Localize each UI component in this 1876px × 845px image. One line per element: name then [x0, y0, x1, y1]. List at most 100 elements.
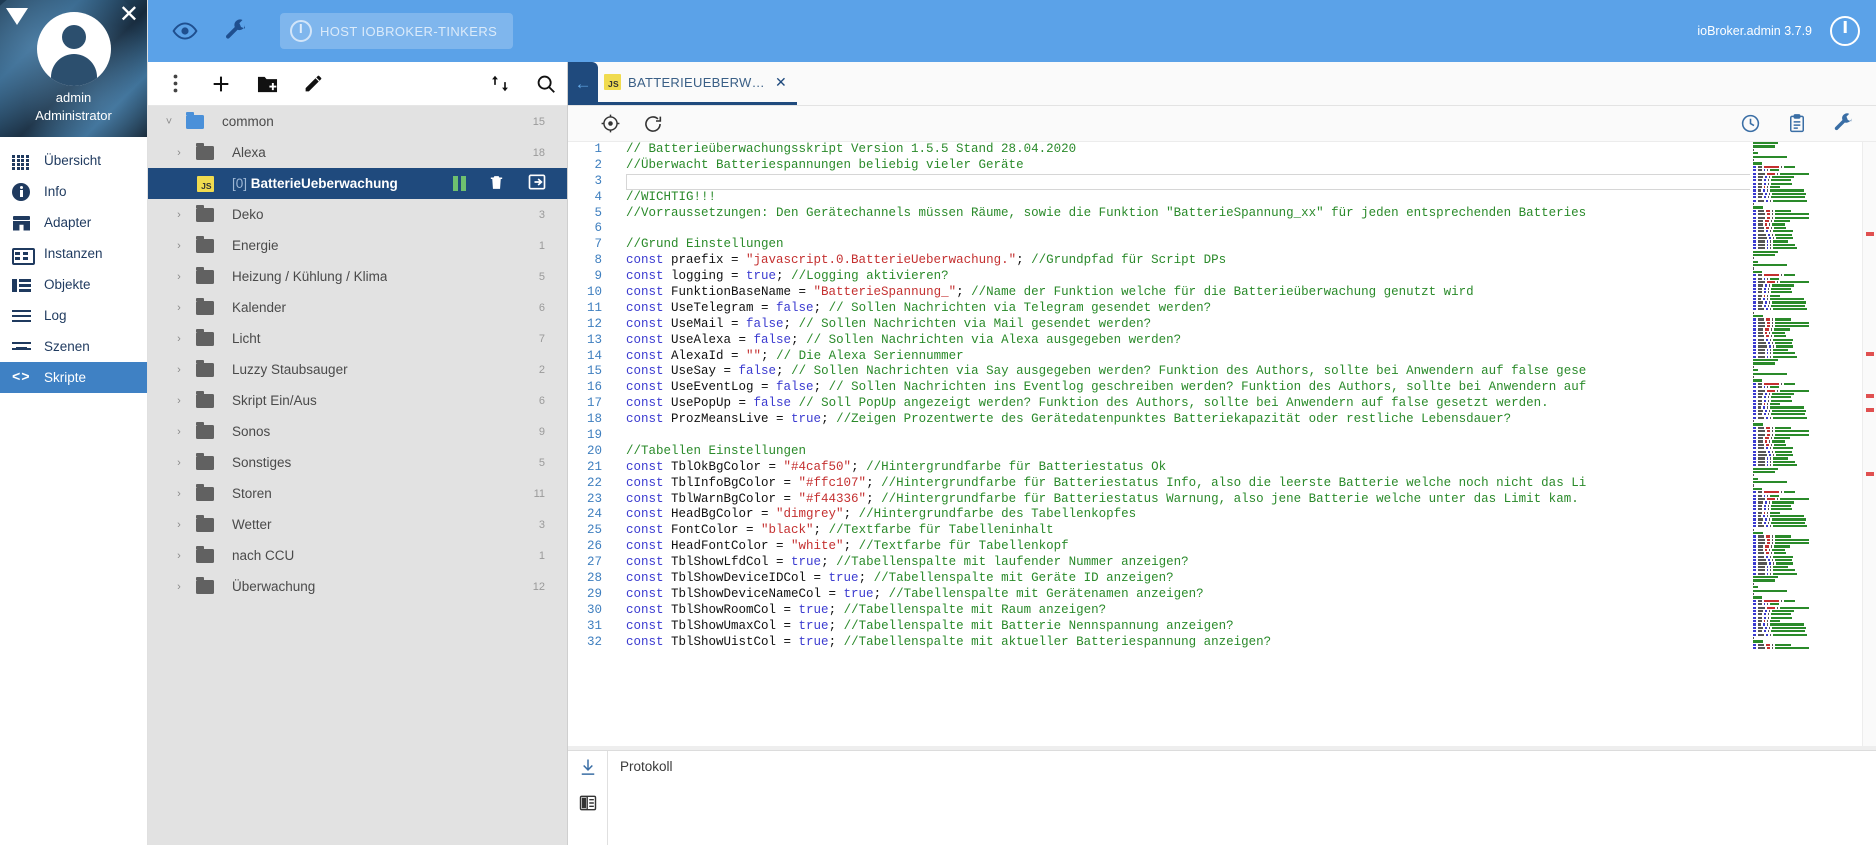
tree-row-folder[interactable]: › Deko 3 — [148, 199, 567, 230]
tree-row-folder[interactable]: › Licht 7 — [148, 323, 567, 354]
tree-row-folder[interactable]: › Sonstiges 5 — [148, 447, 567, 478]
tree-caret[interactable]: › — [166, 550, 192, 562]
code-token: TblShowLfdCol = — [671, 555, 792, 570]
reload-icon[interactable] — [643, 114, 663, 134]
tree-row-folder[interactable]: › nach CCU 1 — [148, 540, 567, 571]
download-icon[interactable] — [578, 757, 598, 777]
code-token: "black" — [761, 523, 814, 538]
tree-row-folder[interactable]: › Überwachung 12 — [148, 571, 567, 602]
code-token: //Hintergrundfarbe für Batteriestatus In… — [881, 475, 1587, 490]
host-selector[interactable]: HOST IOBROKER-TINKERS — [280, 13, 514, 49]
sidebar-nav: Übersicht Info Adapter Instanzen Objekte Log S… — [0, 137, 147, 393]
line-number: 4 — [594, 189, 602, 204]
tree-row-script[interactable]: JS [0] BatterieUeberwachung — [148, 168, 567, 199]
tree-row-folder[interactable]: › Wetter 3 — [148, 509, 567, 540]
wrench-icon[interactable] — [224, 19, 248, 43]
code-token: "BatterieSpannung_" — [813, 285, 957, 300]
close-icon[interactable]: ✕ — [119, 3, 139, 27]
code-token: //Hintergrundfarbe für Batteriestatus Ok — [866, 459, 1167, 474]
locate-target-icon[interactable] — [600, 113, 621, 134]
code-minimap[interactable] — [1750, 142, 1860, 845]
code-editor[interactable]: 1 // Batterieüberwachungsskript Version 1… — [568, 142, 1876, 845]
sidebar-item-skripte[interactable]: < > Skripte — [0, 362, 147, 393]
sidebar-item-adapter[interactable]: Adapter — [0, 207, 147, 238]
code-line: 28 const TblShowDeviceIDCol = true; //Tab… — [568, 571, 1876, 587]
minimap-row — [1750, 647, 1860, 650]
tree-caret[interactable]: › — [166, 333, 192, 345]
tree-row-folder[interactable]: › Sonos 9 — [148, 416, 567, 447]
code-token: ; — [843, 507, 859, 522]
line-number: 12 — [586, 316, 602, 331]
code-token: //Textfarbe für Tabelleninhalt — [828, 523, 1054, 538]
instances-icon — [12, 245, 35, 265]
search-icon[interactable] — [525, 63, 567, 105]
code-token: const — [626, 364, 672, 379]
tree-caret[interactable]: › — [166, 395, 192, 407]
tree-row-folder[interactable]: › Luzzy Staubsauger 2 — [148, 354, 567, 385]
clock-history-icon[interactable] — [1740, 113, 1761, 134]
tree-row-folder[interactable]: › Alexa 18 — [148, 137, 567, 168]
tree-caret[interactable]: › — [166, 271, 192, 283]
sidebar-item-instanzen[interactable]: Instanzen — [0, 238, 147, 269]
new-folder-icon[interactable] — [246, 63, 288, 105]
trash-icon[interactable] — [488, 173, 505, 195]
log-panel: Protokoll — [568, 750, 1876, 845]
sidebar-item-objekte[interactable]: Objekte — [0, 269, 147, 300]
tree-caret[interactable]: › — [166, 581, 192, 593]
power-icon[interactable] — [1830, 16, 1860, 46]
code-token: "javascript.0.BatterieUeberwachung." — [746, 253, 1017, 268]
pause-icon[interactable] — [453, 176, 466, 191]
tree-caret[interactable]: › — [166, 240, 192, 252]
code-token: // Sollen Nachrichten via Telegram gesen… — [828, 300, 1212, 315]
plus-icon[interactable] — [200, 63, 242, 105]
code-token: "dimgrey" — [776, 507, 844, 522]
more-vert-icon[interactable] — [154, 63, 196, 105]
tree-caret[interactable]: › — [166, 426, 192, 438]
code-token: //Grundpfad für Script DPs — [1031, 253, 1227, 268]
tree-caret[interactable]: ˅ — [156, 116, 182, 128]
tree-caret[interactable]: › — [166, 302, 192, 314]
code-line: 24 const HeadBgColor = "dimgrey"; //Hinte… — [568, 507, 1876, 523]
tree-caret[interactable]: › — [166, 147, 192, 159]
tree-caret[interactable]: › — [166, 364, 192, 376]
sort-updown-icon[interactable] — [479, 63, 521, 105]
wrench-icon[interactable] — [1833, 113, 1854, 134]
sidebar-item-label: Instanzen — [44, 246, 103, 261]
back-arrow-icon[interactable]: ← — [568, 62, 598, 105]
folder-icon — [192, 452, 218, 470]
clipboard-icon[interactable] — [1787, 113, 1807, 134]
tree-caret[interactable]: › — [166, 488, 192, 500]
eye-icon[interactable] — [172, 18, 198, 44]
tree-row-folder[interactable]: › Heizung / Kühlung / Klima 5 — [148, 261, 567, 292]
tree-row-folder[interactable]: › Kalender 6 — [148, 292, 567, 323]
code-line: 25 const FontColor = "black"; //Textfarbe… — [568, 523, 1876, 539]
editor-scrollbar-gutter[interactable] — [1862, 142, 1876, 845]
line-number: 23 — [586, 491, 602, 506]
tree-row-folder[interactable]: › Storen 11 — [148, 478, 567, 509]
close-icon[interactable]: ✕ — [775, 74, 787, 91]
code-line: 8 const praefix = "javascript.0.BatterieU… — [568, 253, 1876, 269]
sidebar-item-log[interactable]: Log — [0, 300, 147, 331]
pencil-icon[interactable] — [292, 63, 334, 105]
code-token: //Tabellenspalte mit Batterie Nennspannu… — [843, 618, 1234, 633]
tree-caret[interactable]: › — [166, 519, 192, 531]
tree-row-folder[interactable]: › Energie 1 — [148, 230, 567, 261]
sidebar-item-info[interactable]: Info — [0, 176, 147, 207]
tree-row-folder[interactable]: › Skript Ein/Aus 6 — [148, 385, 567, 416]
tree-caret[interactable]: › — [166, 457, 192, 469]
sidebar-item-szenen[interactable]: Szenen — [0, 331, 147, 362]
code-token: //Hintergrundfarbe für Batteriestatus Wa… — [881, 491, 1579, 506]
tree-row-folder[interactable]: ˅ common 15 — [148, 106, 567, 137]
tree-row-count: 6 — [538, 301, 545, 314]
tree-caret[interactable]: › — [166, 209, 192, 221]
line-number: 13 — [586, 332, 602, 347]
script-tree-list[interactable]: ˅ common 15 › Alexa 18 JS [0] BatterieUeberwach… — [148, 106, 567, 845]
layout-columns-icon[interactable] — [578, 793, 598, 813]
export-arrow-icon[interactable] — [527, 172, 547, 195]
sidebar-item--bersicht[interactable]: Übersicht — [0, 145, 147, 176]
scenes-icon — [12, 338, 32, 356]
editor-tab[interactable]: JS BATTERIEUEBERW… ✕ — [598, 62, 797, 105]
line-number: 29 — [586, 586, 602, 601]
line-number: 6 — [594, 221, 602, 236]
sidebar-item-label: Adapter — [44, 215, 92, 230]
